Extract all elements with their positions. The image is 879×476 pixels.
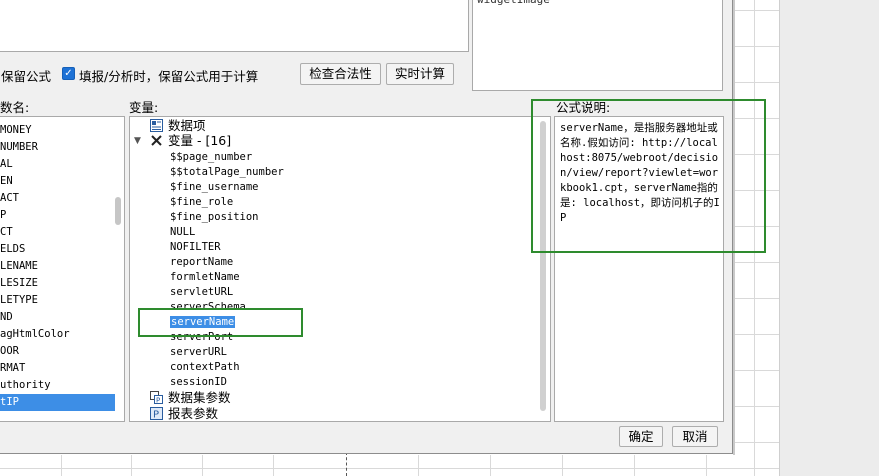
widget-preview-box: widgetImage (472, 0, 723, 91)
function-list-item[interactable]: MONEY (0, 122, 117, 139)
function-list-item[interactable]: NUMBER (0, 139, 117, 156)
tree-variable-item[interactable]: reportName (170, 255, 233, 270)
function-list-item-selected[interactable]: tIP (0, 394, 115, 411)
cancel-button[interactable]: 取消 (672, 426, 718, 447)
function-name-label: 数名: (0, 100, 30, 115)
report-params-icon: P (150, 407, 163, 421)
function-list-item[interactable]: ELDS (0, 241, 117, 258)
variable-group-label: 变量 - [16] (168, 133, 232, 148)
tree-variable-item[interactable]: serverURL (170, 345, 227, 360)
tree-variable-item[interactable]: $fine_username (170, 180, 259, 195)
function-list-item[interactable]: uthority (0, 377, 117, 394)
annotation-box-servername (138, 308, 303, 337)
tree-variable-item[interactable]: $$totalPage_number (170, 165, 284, 180)
tree-node-report-params[interactable]: P 报表参数 (150, 406, 218, 421)
tree-variable-item[interactable]: $fine_position (170, 210, 259, 225)
tree-variable-item[interactable]: contextPath (170, 360, 240, 375)
dataset-params-icon: P (150, 391, 163, 405)
page-break-line (346, 452, 347, 476)
realtime-calc-button[interactable]: 实时计算 (386, 63, 454, 85)
variable-group-icon (150, 134, 163, 147)
function-list-item[interactable]: EN (0, 173, 117, 190)
tree-variable-item[interactable]: NULL (170, 225, 195, 240)
function-list-item[interactable]: OOR (0, 343, 117, 360)
dataset-params-label: 数据集参数 (168, 390, 231, 405)
function-list-item[interactable]: P (0, 207, 117, 224)
function-list-item[interactable]: RMAT (0, 360, 117, 377)
function-list-item[interactable]: agHtmlColor (0, 326, 117, 343)
function-list[interactable]: MONEY NUMBER AL EN ACT P CT ELDS LENAME … (0, 116, 125, 422)
sheet-gray-area (780, 0, 879, 476)
tree-node-dataset-params[interactable]: P 数据集参数 (150, 390, 231, 405)
widget-box-text: widgetImage (477, 0, 550, 6)
function-list-scrollbar[interactable] (115, 197, 121, 225)
function-list-item[interactable]: ND (0, 309, 117, 326)
tree-variable-item[interactable]: sessionID (170, 375, 227, 390)
tree-variable-item[interactable]: servletURL (170, 285, 233, 300)
svg-text:P: P (153, 410, 159, 421)
fill-keep-formula-checkbox[interactable]: ✓ (62, 67, 75, 80)
function-list-item[interactable]: AL (0, 156, 117, 173)
tree-node-data-item[interactable]: 数据项 (150, 118, 206, 133)
function-list-item[interactable]: LESIZE (0, 275, 117, 292)
tree-node-variables[interactable]: 变量 - [16] (150, 133, 231, 148)
fill-keep-formula-label[interactable]: 填报/分析时，保留公式用于计算 (79, 66, 258, 85)
tree-variable-item[interactable]: formletName (170, 270, 240, 285)
tree-variable-item[interactable]: $$page_number (170, 150, 252, 165)
svg-text:P: P (156, 397, 160, 405)
data-item-icon (150, 119, 163, 132)
variable-tree[interactable]: 数据项 ▼ 变量 - [16] $$page_number $$totalPag… (129, 116, 551, 422)
report-params-label: 报表参数 (168, 406, 219, 421)
tree-variable-item[interactable]: NOFILTER (170, 240, 221, 255)
annotation-box-description (531, 99, 766, 253)
check-validity-button[interactable]: 检查合法性 (300, 63, 381, 85)
formula-editor[interactable] (0, 0, 469, 52)
data-item-label: 数据项 (168, 118, 206, 133)
tree-variable-item[interactable]: $fine_role (170, 195, 233, 210)
function-list-item[interactable]: ACT (0, 190, 117, 207)
function-list-item[interactable]: LETYPE (0, 292, 117, 309)
function-list-item[interactable]: CT (0, 224, 117, 241)
collapse-arrow-icon[interactable]: ▼ (134, 136, 141, 146)
variable-label: 变量: (129, 100, 159, 115)
keep-formula-label[interactable]: 保留公式 (1, 66, 51, 85)
function-list-item[interactable]: LENAME (0, 258, 117, 275)
ok-button[interactable]: 确定 (619, 426, 663, 447)
